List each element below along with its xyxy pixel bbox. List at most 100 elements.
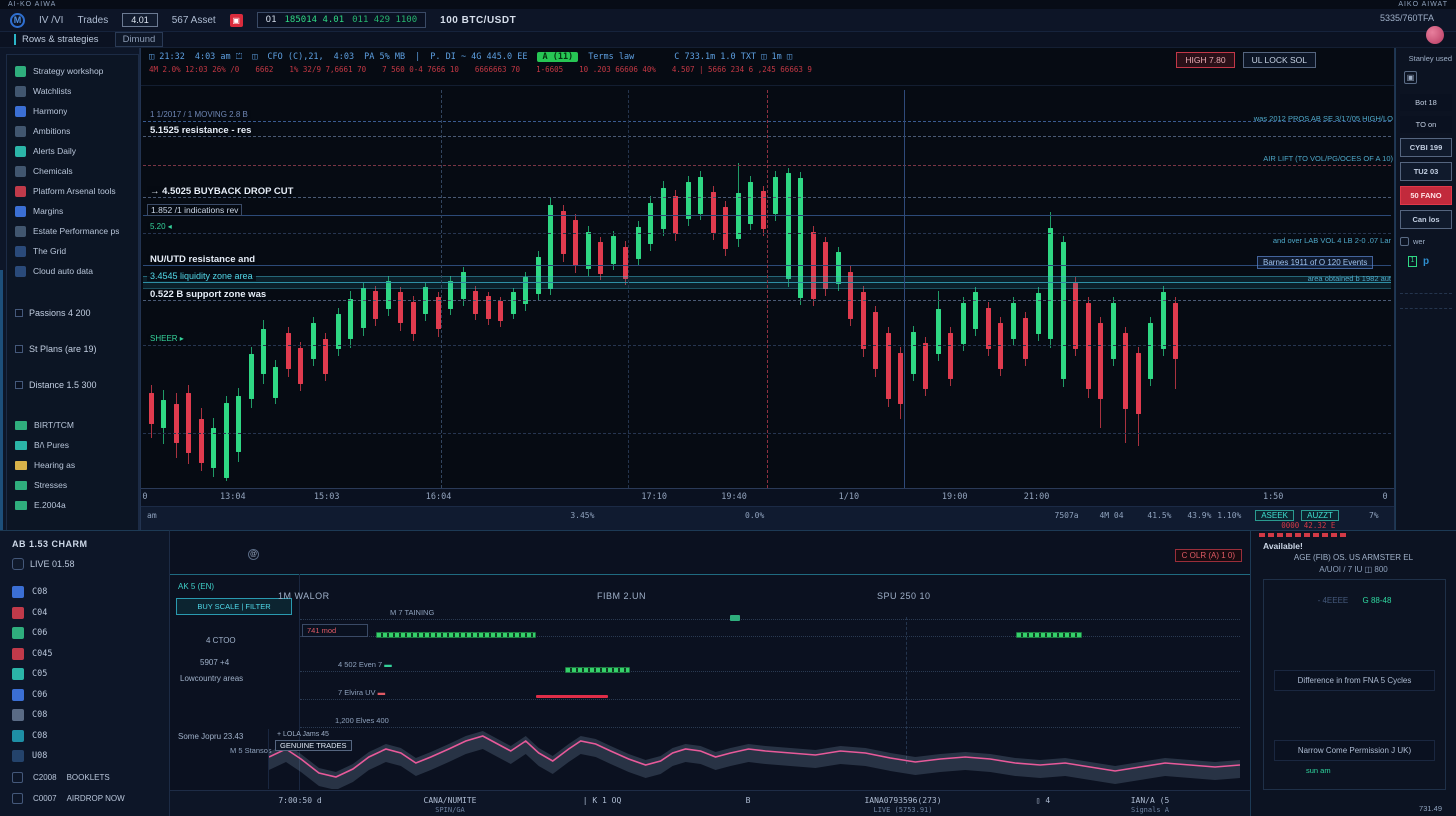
candle <box>911 332 916 374</box>
coin-list: C08 C04 C06 C045 C05 <box>12 582 169 767</box>
extra-label: AIRDROP NOW <box>67 794 125 803</box>
pin-icon[interactable]: p <box>1423 256 1429 267</box>
permission-button[interactable]: Narrow Come Permission J UK) <box>1274 740 1435 761</box>
sidebar-item[interactable]: Platform Arsenal tools <box>15 181 134 201</box>
order-value-row: - 4EEEE G 88-48 <box>1264 596 1445 605</box>
sidebar-filter[interactable]: St Plans (are 19) <box>15 331 134 367</box>
toolbar-item[interactable]: 4:03 <box>334 52 354 62</box>
tool-button[interactable]: TO on <box>1400 116 1452 133</box>
difference-button[interactable]: Difference in from FNA 5 Cycles <box>1274 670 1435 691</box>
header-nav-trades[interactable]: Trades <box>77 15 108 26</box>
tab-rows-strategies[interactable]: Rows & strategies <box>14 34 99 45</box>
coin-row[interactable]: C06 <box>12 623 169 644</box>
x-axis-tick: 15:03 <box>314 492 340 502</box>
ticker-change: 011 429 1100 <box>352 15 417 25</box>
high-button[interactable]: HIGH 7.80 <box>1176 52 1234 68</box>
position-item[interactable]: Hearing as <box>15 455 134 475</box>
bottom-statusbar: 7:00:50 dCANA/NUMITESPIN/GA| K 1 OQBIANA… <box>170 790 1250 816</box>
coin-row[interactable]: C05 <box>12 664 169 685</box>
sidebar-item[interactable]: Cloud auto data <box>15 261 134 281</box>
coin-row[interactable]: U08 <box>12 746 169 767</box>
toolbar-item[interactable]: ◫ 21:32 <box>149 52 185 62</box>
watchlist-subtitle-row[interactable]: LIVE 01.58 <box>12 558 169 570</box>
sidebar-item-label: Chemicals <box>33 166 73 176</box>
lock-button[interactable]: UL LOCK SOL <box>1243 52 1316 68</box>
checkbox-icon[interactable] <box>15 345 23 353</box>
sidebar-filter[interactable]: Passions 4 200 <box>15 295 134 331</box>
chart-plot[interactable]: 1 1/2017 / 1 MOVING 2.8 B5.1525 resistan… <box>143 90 1391 488</box>
long-icon[interactable]: 1 <box>1408 256 1417 267</box>
tool-button[interactable]: CYBI 199 <box>1400 138 1452 157</box>
checkbox-icon[interactable] <box>15 381 23 389</box>
tool-button[interactable]: Bot 18 <box>1400 94 1452 111</box>
toolbar-item[interactable]: CFO (C),21, <box>267 52 323 62</box>
watchlist-extra-row[interactable]: C0007 AIRDROP NOW <box>12 788 169 809</box>
sidebar-item[interactable]: Ambitions <box>15 121 134 141</box>
coin-row[interactable]: C08 <box>12 705 169 726</box>
watchlist-extra-row[interactable]: C2008 BOOKLETS <box>12 767 169 788</box>
buy-scale-filter-button[interactable]: BUY SCALE | FILTER <box>176 598 292 615</box>
ticker-red-item: 6666663 70 <box>475 65 520 74</box>
toggle-icon[interactable] <box>1400 237 1409 246</box>
coin-code: U08 <box>32 751 47 761</box>
checkbox-icon[interactable] <box>15 309 23 317</box>
aldo-badge[interactable]: A (11) <box>537 52 578 62</box>
filter-label: Passions 4 200 <box>29 308 91 318</box>
sidebar-item-label: Platform Arsenal tools <box>33 186 116 196</box>
chart-status-strip: am3.45%0.0%7507a4M 0441.5%43.9%1.10%ASEE… <box>141 506 1394 530</box>
tool-button[interactable]: Can los <box>1400 210 1452 229</box>
sidebar-item[interactable]: Alerts Daily <box>15 141 134 161</box>
sidebar-item[interactable]: The Grid <box>15 241 134 261</box>
coin-row[interactable]: C08 <box>12 582 169 603</box>
coin-row[interactable]: C045 <box>12 644 169 665</box>
sidebar-item-icon <box>15 246 26 257</box>
panel-toggle[interactable]: wer <box>1400 237 1452 246</box>
event-annotation-box[interactable]: Barnes 1911 of O 120 Events <box>1257 256 1373 269</box>
tool-button[interactable]: TU2 03 <box>1400 162 1452 181</box>
sidebar-item[interactable]: Estate Performance ps <box>15 221 134 241</box>
candle <box>1086 303 1091 389</box>
header-badge[interactable]: 4.01 <box>122 13 158 27</box>
wave-label-box[interactable]: GENUINE TRADES <box>275 740 352 751</box>
position-item[interactable]: B/\ Pures <box>15 435 134 455</box>
sidebar-item[interactable]: Watchlists <box>15 81 134 101</box>
status-item: 1.10% <box>1217 511 1241 520</box>
coin-row[interactable]: C08 <box>12 726 169 747</box>
price-level-label: 1.852 /1 indications rev <box>147 204 242 216</box>
header-nav-1[interactable]: IV /VI <box>39 15 63 26</box>
sidebar-item[interactable]: Harmony <box>15 101 134 121</box>
position-item[interactable]: E.2004a <box>15 495 134 515</box>
settings-icon[interactable]: @ <box>248 549 259 560</box>
status-badge-button[interactable]: ASEEK <box>1255 510 1294 521</box>
toolbar-item[interactable]: P. DI ~ 4G 445.0 EE <box>430 52 527 62</box>
sidebar-filter[interactable]: Distance 1.5 300 <box>15 367 134 403</box>
tab-dimund[interactable]: Dimund <box>115 32 164 47</box>
sidebar-item[interactable]: Margins <box>15 201 134 221</box>
toolbar-item[interactable]: PA 5% MB <box>364 52 405 62</box>
candle <box>211 428 216 468</box>
menubar-left[interactable]: AI-KO AIWA <box>8 1 56 8</box>
alert-icon[interactable]: ▣ <box>230 14 243 27</box>
panel-icon[interactable]: ▣ <box>1404 71 1417 84</box>
menubar-right[interactable]: AIKO AIWAT <box>1398 1 1448 8</box>
status-badge-button[interactable]: AUZZT <box>1301 510 1339 521</box>
position-item[interactable]: BIRT/TCM <box>15 415 134 435</box>
toolbar-item[interactable]: ◫ <box>252 52 257 62</box>
coin-row[interactable]: C06 <box>12 685 169 706</box>
candle <box>149 393 154 424</box>
symbol-ticker[interactable]: O1 185014 4.01 011 429 1100 <box>257 12 426 28</box>
toolbar-right[interactable]: C 733.1m 1.0 TXT ◫ 1m ◫ <box>674 52 792 62</box>
coin-code: C04 <box>32 608 47 618</box>
toolbar-item[interactable]: | <box>415 52 420 62</box>
position-item[interactable]: Stresses <box>15 475 134 495</box>
color-badge[interactable]: C OLR (A) 1 0) <box>1175 549 1242 562</box>
tool-button[interactable]: 50 FANO <box>1400 186 1452 205</box>
status-item: 3.45% <box>570 511 594 520</box>
coin-row[interactable]: C04 <box>12 603 169 624</box>
price-level-label: SHEER ▸ <box>147 334 187 343</box>
row-label-box[interactable]: 741 mod <box>302 624 368 637</box>
sidebar-item[interactable]: Chemicals <box>15 161 134 181</box>
sidebar-item[interactable]: Strategy workshop <box>15 61 134 81</box>
user-avatar[interactable] <box>1426 26 1444 44</box>
toolbar-item[interactable]: 4:03 am ⏍ <box>195 52 242 62</box>
